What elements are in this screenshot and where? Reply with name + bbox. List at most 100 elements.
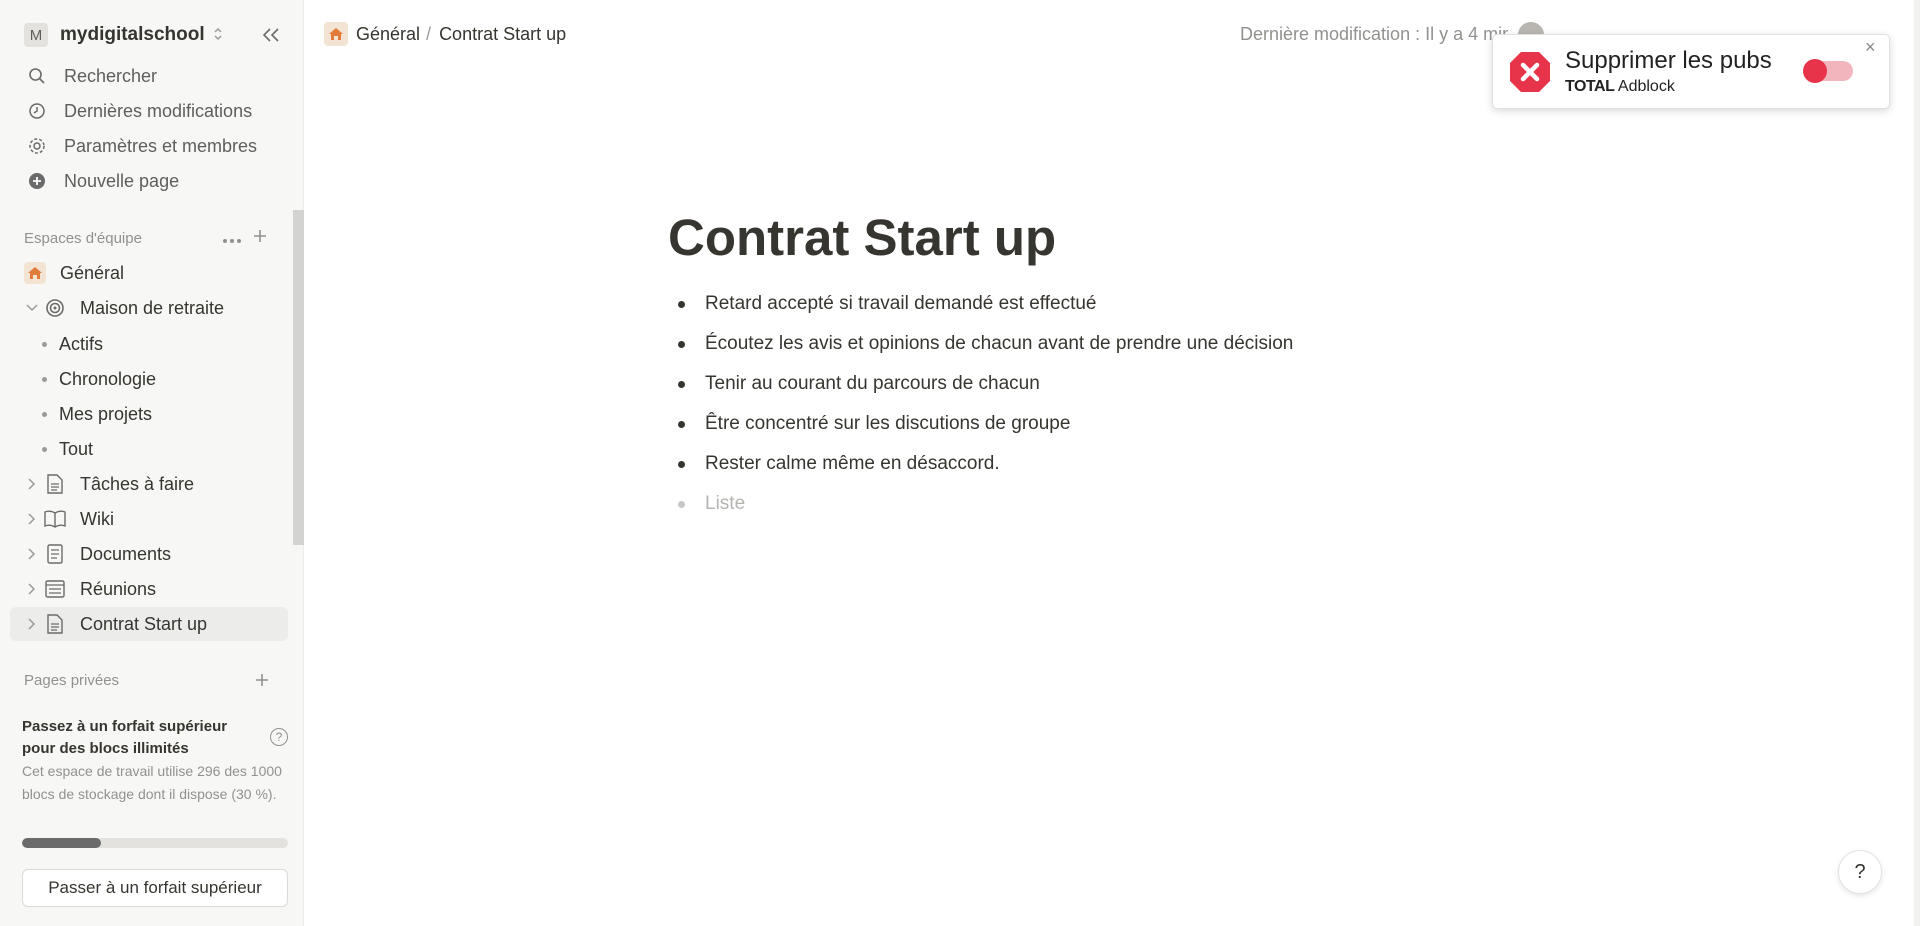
adblock-popup: Supprimer les pubs TOTAL Adblock × bbox=[1492, 34, 1890, 109]
bullet-dot bbox=[42, 341, 47, 347]
list-item-text: Tenir au courant du parcours de chacun bbox=[705, 373, 1040, 394]
close-icon[interactable]: × bbox=[1865, 37, 1876, 58]
list-item[interactable]: Rester calme même en désaccord. bbox=[678, 444, 1293, 484]
more-icon[interactable] bbox=[222, 228, 242, 249]
list-item[interactable]: Tenir au courant du parcours de chacun bbox=[678, 364, 1293, 404]
bullet-dot bbox=[678, 300, 685, 308]
list-item-placeholder[interactable]: Liste bbox=[678, 484, 1293, 524]
adblock-title: Supprimer les pubs bbox=[1565, 47, 1772, 74]
clock-icon bbox=[26, 100, 48, 122]
page-icon bbox=[44, 613, 66, 635]
page-title[interactable]: Contrat Start up bbox=[668, 208, 1056, 267]
chevron-right-icon[interactable] bbox=[24, 478, 40, 490]
nav-new-page[interactable]: Nouvelle page bbox=[10, 164, 288, 198]
storage-progress bbox=[22, 838, 288, 848]
chevron-right-icon[interactable] bbox=[24, 548, 40, 560]
workspace-avatar: M bbox=[24, 23, 48, 47]
list-item-text: Retard accepté si travail demandé est ef… bbox=[705, 293, 1097, 314]
bullet-dot bbox=[678, 380, 685, 388]
sidebar-item-label: Maison de retraite bbox=[80, 297, 225, 318]
bullet-dot bbox=[678, 460, 685, 468]
book-icon bbox=[44, 508, 66, 530]
home-icon bbox=[24, 262, 46, 284]
help-button[interactable]: ? bbox=[1838, 850, 1882, 894]
nav-label: Rechercher bbox=[64, 65, 158, 86]
workspace-name: mydigitalschool bbox=[60, 24, 205, 45]
adblock-toggle[interactable] bbox=[1803, 59, 1853, 83]
workspace-switcher[interactable]: M mydigitalschool bbox=[10, 20, 290, 50]
sidebar-item-chronologie[interactable]: Chronologie bbox=[10, 362, 288, 396]
list-item-text: Être concentré sur les discutions de gro… bbox=[705, 413, 1071, 434]
list-item-text: Rester calme même en désaccord. bbox=[705, 453, 1000, 474]
document-icon bbox=[44, 543, 66, 565]
sidebar-item-maison[interactable]: Maison de retraite bbox=[10, 291, 288, 325]
sidebar-item-label: Wiki bbox=[80, 508, 114, 529]
sidebar-item-taches[interactable]: Tâches à faire bbox=[10, 467, 288, 501]
nav-search[interactable]: Rechercher bbox=[10, 59, 288, 93]
adblock-brand-rest: Adblock bbox=[1617, 78, 1675, 95]
upgrade-description: Cet espace de travail utilise 296 des 10… bbox=[22, 763, 282, 802]
chevron-down-icon[interactable] bbox=[24, 304, 40, 312]
plus-circle-icon bbox=[26, 170, 48, 192]
bullet-dot bbox=[42, 446, 47, 452]
sidebar-item-tout[interactable]: Tout bbox=[10, 432, 288, 466]
bullet-dot bbox=[42, 411, 47, 417]
last-edit-label: Dernière modification : Il y a 4 min bbox=[1240, 24, 1508, 44]
sidebar-item-label: Actifs bbox=[59, 333, 104, 354]
bullet-dot bbox=[678, 500, 685, 508]
chevron-right-icon[interactable] bbox=[24, 513, 40, 525]
sidebar-item-label: Réunions bbox=[80, 578, 157, 599]
home-icon bbox=[324, 22, 348, 46]
sidebar-item-label: Tâches à faire bbox=[80, 473, 195, 494]
sidebar: M mydigitalschool Rechercher Dernières m… bbox=[0, 0, 304, 926]
bullet-dot bbox=[42, 376, 47, 382]
nav-label: Paramètres et membres bbox=[64, 135, 258, 156]
adblock-brand-bold: TOTAL bbox=[1565, 78, 1615, 95]
sidebar-item-documents[interactable]: Documents bbox=[10, 537, 288, 571]
breadcrumb-current[interactable]: Contrat Start up bbox=[439, 24, 566, 45]
help-circle-icon[interactable]: ? bbox=[270, 728, 288, 746]
add-icon[interactable] bbox=[252, 228, 268, 249]
nav-label: Dernières modifications bbox=[64, 100, 253, 121]
toggle-knob bbox=[1803, 59, 1827, 83]
sidebar-item-actifs[interactable]: Actifs bbox=[10, 327, 288, 361]
nav-recent-changes[interactable]: Dernières modifications bbox=[10, 94, 288, 128]
team-spaces-label: Espaces d'équipe bbox=[24, 230, 142, 247]
add-icon[interactable] bbox=[254, 672, 270, 693]
list-item-text: Écoutez les avis et opinions de chacun a… bbox=[705, 333, 1294, 354]
stop-sign-icon bbox=[1510, 52, 1550, 92]
chevron-right-icon[interactable] bbox=[24, 618, 40, 630]
upgrade-button[interactable]: Passer à un forfait supérieur bbox=[22, 869, 288, 907]
sidebar-item-wiki[interactable]: Wiki bbox=[10, 502, 288, 536]
sidebar-item-label: Chronologie bbox=[59, 368, 157, 389]
breadcrumb-parent[interactable]: Général bbox=[356, 24, 420, 45]
target-icon bbox=[44, 297, 66, 319]
chevron-right-icon[interactable] bbox=[24, 583, 40, 595]
bullet-list: Retard accepté si travail demandé est ef… bbox=[678, 284, 1293, 524]
list-item[interactable]: Être concentré sur les discutions de gro… bbox=[678, 404, 1293, 444]
nav-settings[interactable]: Paramètres et membres bbox=[10, 129, 288, 163]
list-item[interactable]: Retard accepté si travail demandé est ef… bbox=[678, 284, 1293, 324]
sidebar-item-label: Documents bbox=[80, 543, 172, 564]
bullet-dot bbox=[678, 340, 685, 348]
list-icon bbox=[44, 578, 66, 600]
nav-label: Nouvelle page bbox=[64, 170, 180, 191]
upgrade-panel: Passez à un forfait supérieur pour des b… bbox=[22, 716, 290, 806]
collapse-sidebar-icon[interactable] bbox=[258, 22, 284, 48]
sidebar-item-mes-projets[interactable]: Mes projets bbox=[10, 397, 288, 431]
gear-icon bbox=[26, 135, 48, 157]
list-item[interactable]: Écoutez les avis et opinions de chacun a… bbox=[678, 324, 1293, 364]
sidebar-item-label: Général bbox=[60, 262, 125, 283]
bullet-dot bbox=[678, 420, 685, 428]
search-icon bbox=[26, 65, 48, 87]
sidebar-item-reunions[interactable]: Réunions bbox=[10, 572, 288, 606]
sidebar-scrollbar[interactable] bbox=[293, 210, 304, 545]
chevron-updown-icon bbox=[213, 27, 223, 44]
sidebar-item-label: Mes projets bbox=[59, 403, 153, 424]
sidebar-item-general[interactable]: Général bbox=[10, 256, 288, 290]
upgrade-title: Passez à un forfait supérieur pour des b… bbox=[22, 718, 228, 757]
window-edge bbox=[1914, 0, 1920, 926]
adblock-brand: TOTAL Adblock bbox=[1565, 78, 1675, 96]
breadcrumb: Général / Contrat Start up bbox=[324, 22, 566, 46]
sidebar-item-contrat[interactable]: Contrat Start up bbox=[10, 607, 288, 641]
